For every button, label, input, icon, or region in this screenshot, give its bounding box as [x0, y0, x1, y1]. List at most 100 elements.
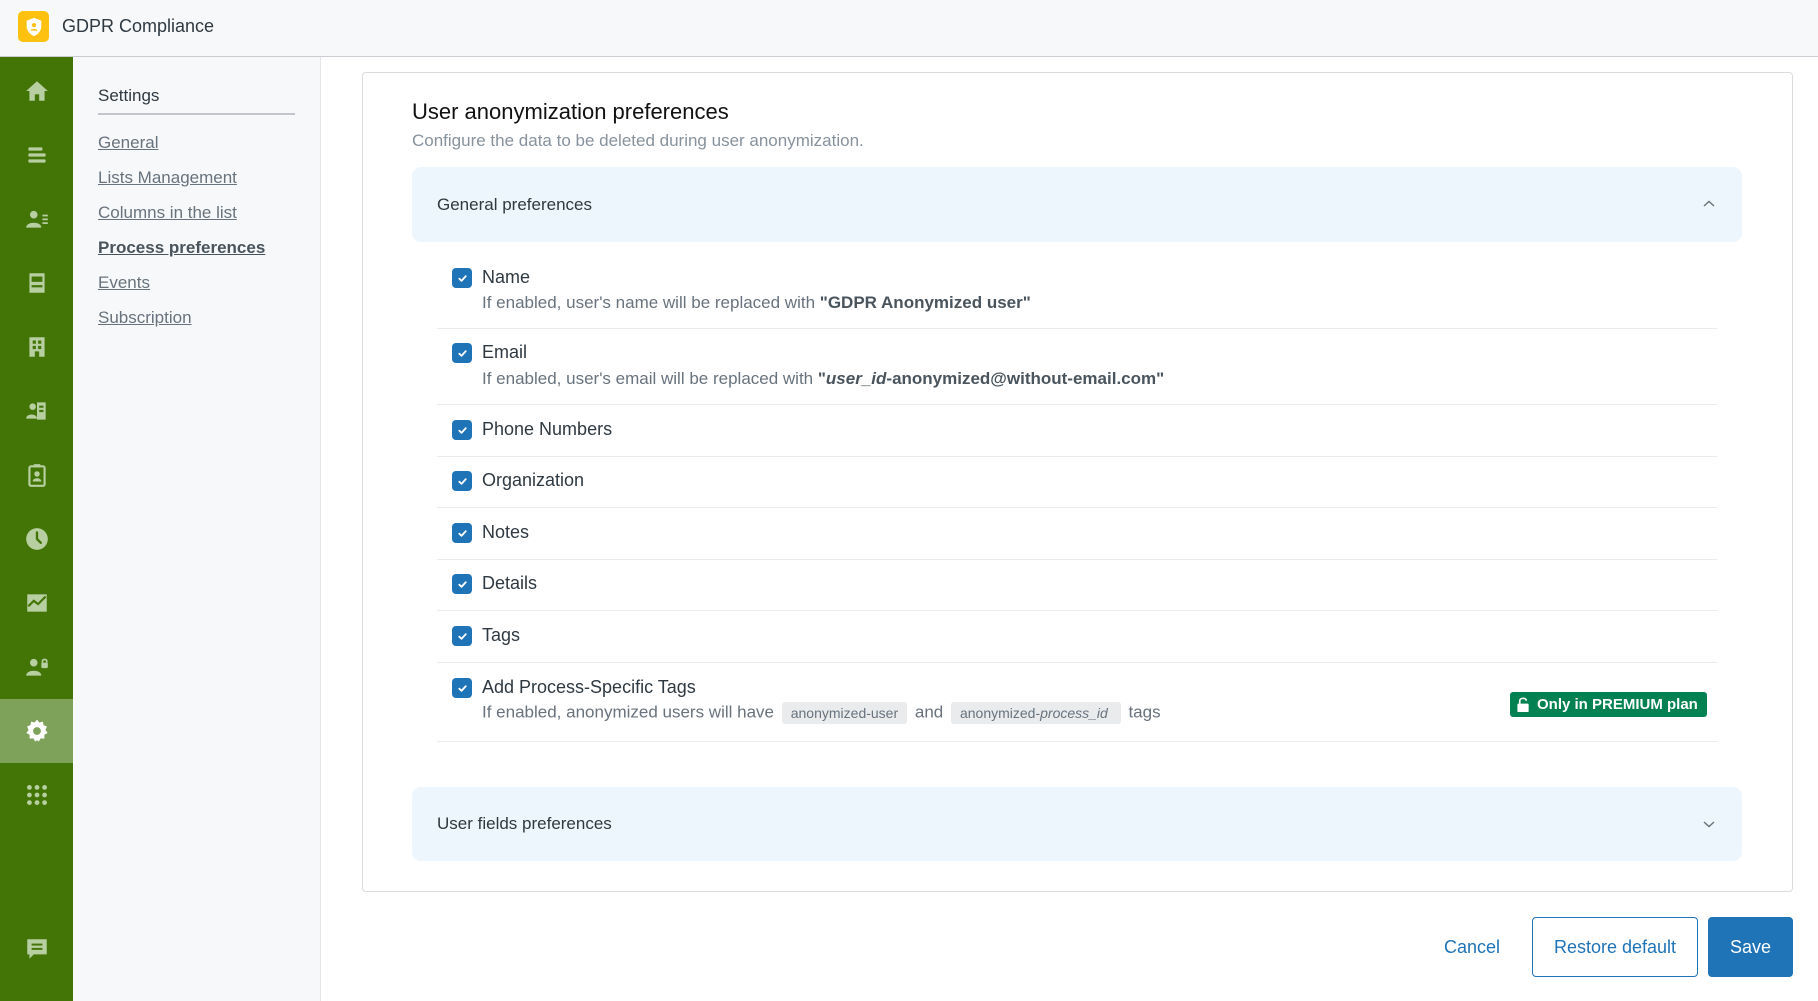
shield-user-icon — [26, 17, 41, 36]
rail-item-organizations[interactable] — [0, 315, 73, 379]
building-icon — [28, 337, 45, 357]
lock-open-icon — [1517, 697, 1529, 712]
tag-anonymized-process-id: anonymized-process_id — [950, 702, 1121, 724]
and-text: and — [914, 702, 944, 722]
process-tags-description: If enabled, anonymized users will have a… — [482, 702, 1161, 724]
inbox-icon — [28, 273, 45, 293]
clock-icon — [25, 528, 48, 550]
check-icon — [457, 274, 467, 282]
chart-icon — [26, 594, 47, 612]
home-icon — [25, 81, 48, 101]
subnav-item-columns[interactable]: Columns in the list — [98, 203, 237, 223]
phone-checkbox[interactable] — [452, 420, 472, 440]
name-replacement-value: "GDPR Anonymized user" — [819, 293, 1031, 312]
subnav-item-events[interactable]: Events — [98, 273, 150, 293]
name-checkbox[interactable] — [452, 268, 472, 288]
rail-item-user-lookup[interactable] — [0, 379, 73, 443]
email-checkbox[interactable] — [452, 343, 472, 363]
premium-badge-label: Only in PREMIUM plan — [1537, 696, 1698, 713]
check-icon — [457, 580, 467, 588]
email-desc-text: If enabled, user's email will be replace… — [482, 369, 818, 388]
pref-row-details: Details — [437, 560, 1717, 611]
process-tags-desc-text: If enabled, anonymized users will have — [482, 702, 774, 722]
rail-item-feedback[interactable] — [0, 917, 73, 981]
app-rail — [0, 57, 73, 1001]
general-preferences-label: General preferences — [437, 194, 592, 214]
name-desc-text: If enabled, user's name will be replaced… — [482, 293, 820, 312]
user-fields-preferences-label: User fields preferences — [437, 814, 612, 833]
rail-item-settings[interactable] — [0, 699, 73, 763]
cancel-button[interactable]: Cancel — [1432, 917, 1512, 977]
check-icon — [457, 477, 467, 485]
rail-item-inbox[interactable] — [0, 251, 73, 315]
views-icon — [27, 147, 46, 163]
settings-subnav: Settings General Lists Management Column… — [73, 57, 321, 1001]
subnav-item-lists-management[interactable]: Lists Management — [98, 168, 237, 188]
notes-label: Notes — [482, 522, 530, 542]
tags-suffix: tags — [1128, 702, 1161, 722]
page-title: User anonymization preferences — [412, 99, 729, 124]
subnav-item-subscription[interactable]: Subscription — [98, 308, 192, 328]
rail-item-home[interactable] — [0, 59, 73, 123]
pref-row-name: Name If enabled, user's name will be rep… — [437, 255, 1717, 329]
rail-item-apps[interactable] — [0, 763, 73, 827]
notes-checkbox[interactable] — [452, 523, 472, 543]
check-icon — [457, 529, 467, 537]
name-description: If enabled, user's name will be replaced… — [482, 293, 1031, 313]
email-suffix: -anonymized@without-email.com" — [886, 369, 1165, 388]
rail-item-reporting[interactable] — [0, 571, 73, 635]
organization-checkbox[interactable] — [452, 471, 472, 491]
email-label: Email — [482, 342, 528, 362]
chevron-down-icon[interactable] — [1700, 815, 1718, 833]
check-icon — [457, 426, 467, 434]
tag-anonymized-user: anonymized-user — [781, 702, 908, 724]
organization-label: Organization — [482, 470, 585, 490]
tags-label: Tags — [482, 625, 521, 645]
name-label: Name — [482, 267, 531, 287]
chevron-up-icon[interactable] — [1700, 195, 1718, 213]
restore-default-button[interactable]: Restore default — [1532, 917, 1698, 977]
page-subtitle: Configure the data to be deleted during … — [412, 131, 864, 150]
pref-row-phone: Phone Numbers — [437, 405, 1717, 457]
chat-icon — [26, 939, 47, 959]
gear-icon — [25, 719, 48, 742]
premium-plan-badge: Only in PREMIUM plan — [1510, 692, 1707, 717]
app-logo — [18, 11, 49, 42]
grid-icon — [26, 785, 47, 805]
check-icon — [457, 632, 467, 640]
rail-item-user-badge[interactable] — [0, 443, 73, 507]
email-description: If enabled, user's email will be replace… — [482, 369, 1164, 389]
phone-label: Phone Numbers — [482, 419, 613, 439]
general-preferences-header[interactable]: General preferences — [412, 167, 1742, 242]
user-id-placeholder: user_id — [825, 369, 887, 388]
quote: " — [817, 369, 826, 388]
details-label: Details — [482, 573, 538, 593]
user-lock-icon — [25, 658, 48, 676]
rail-item-customers[interactable] — [0, 187, 73, 251]
pref-row-tags: Tags — [437, 611, 1717, 663]
app-title: GDPR Compliance — [62, 16, 215, 36]
subnav-title: Settings — [98, 86, 295, 115]
check-icon — [457, 349, 467, 357]
process-tags-label: Add Process-Specific Tags — [482, 677, 696, 697]
user-fields-preferences-header[interactable]: User fields preferences — [412, 787, 1742, 861]
save-button[interactable]: Save — [1708, 917, 1793, 977]
check-icon — [457, 684, 467, 692]
process-id-placeholder: process_id — [1040, 705, 1108, 721]
process-tags-checkbox[interactable] — [452, 678, 472, 698]
subnav-item-process-preferences[interactable]: Process preferences — [98, 238, 265, 258]
details-checkbox[interactable] — [452, 574, 472, 594]
top-bar: GDPR Compliance — [0, 0, 1818, 57]
pref-row-organization: Organization — [437, 457, 1717, 508]
rail-item-history[interactable] — [0, 507, 73, 571]
subnav-item-general[interactable]: General — [98, 133, 158, 153]
email-replacement-value: "user_id-anonymized@without-email.com" — [818, 369, 1164, 388]
customer-list-icon — [25, 210, 48, 228]
rail-item-views[interactable] — [0, 123, 73, 187]
tags-checkbox[interactable] — [452, 626, 472, 646]
user-book-icon — [25, 402, 46, 420]
pref-row-email: Email If enabled, user's email will be r… — [437, 329, 1717, 405]
tag2-prefix: anonymized- — [959, 705, 1041, 721]
rail-item-user-lock[interactable] — [0, 635, 73, 699]
pref-row-notes: Notes — [437, 508, 1717, 560]
